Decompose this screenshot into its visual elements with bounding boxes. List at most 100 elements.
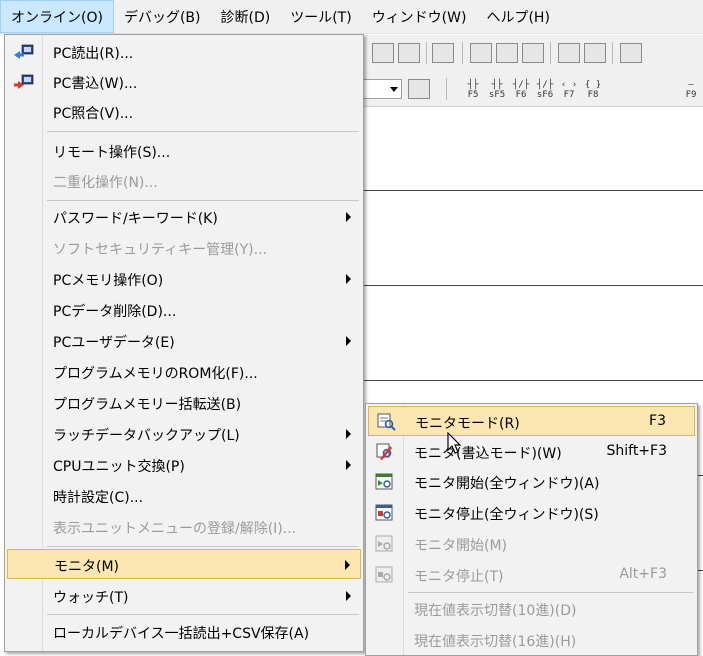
shortcut-label: F3 bbox=[649, 413, 666, 429]
menu-item-label: 二重化操作(N)... bbox=[53, 175, 158, 191]
fkey-f8[interactable]: { } F8 bbox=[582, 80, 604, 102]
mouse-cursor-icon bbox=[447, 432, 462, 454]
menu-separator bbox=[47, 546, 359, 547]
menu-diagnostics[interactable]: 診断(D) bbox=[210, 0, 280, 33]
menu-item-label: CPUユニット交換(P) bbox=[53, 459, 185, 475]
toolbar-ladder-icon[interactable] bbox=[372, 43, 394, 63]
monitor-write-mode-icon bbox=[376, 443, 392, 460]
ladder-rung-line bbox=[362, 190, 703, 191]
menu-separator bbox=[408, 592, 693, 593]
menu-item-label: パスワード/キーワード(K) bbox=[53, 211, 218, 227]
submenu-arrow-icon bbox=[345, 560, 350, 570]
submenu-arrow-icon bbox=[346, 274, 351, 284]
menu-item-label: 時計設定(C)... bbox=[53, 490, 144, 506]
shortcut-label: Shift+F3 bbox=[606, 443, 667, 459]
menu-item-label: 表示ユニットメニューの登録/解除(I)... bbox=[53, 521, 297, 537]
monitor-submenu: モニタモード(R) F3 モニタ(書込モード)(W) Shift+F3 モニタ開… bbox=[365, 403, 698, 656]
menu-item-soft-security-key: ソフトセキュリティキー管理(Y)... bbox=[7, 233, 361, 263]
pc-write-icon bbox=[14, 74, 34, 89]
toolbar-read-icon[interactable] bbox=[398, 43, 420, 63]
submenu-item-current-value-hex: 現在値表示切替(16進)(H) bbox=[368, 625, 695, 655]
menu-help[interactable]: ヘルプ(H) bbox=[476, 0, 559, 33]
monitor-stop-all-icon bbox=[375, 504, 393, 521]
submenu-arrow-icon bbox=[346, 429, 351, 439]
ladder-rung-line bbox=[362, 380, 703, 381]
shortcut-label: Alt+F3 bbox=[619, 566, 667, 582]
menu-item-pc-memory-operation[interactable]: PCメモリ操作(O) bbox=[7, 264, 361, 294]
pc-read-icon bbox=[14, 44, 34, 59]
submenu-item-monitor-start: モニタ開始(M) bbox=[368, 529, 695, 559]
menu-item-label: PC照合(V)... bbox=[53, 106, 134, 122]
submenu-item-monitor-stop-all[interactable]: モニタ停止(全ウィンドウ)(S) bbox=[368, 498, 695, 528]
toolbar-separator bbox=[612, 42, 613, 64]
menu-item-label: PC書込(W)... bbox=[53, 76, 138, 92]
menu-separator bbox=[47, 200, 359, 201]
submenu-item-monitor-write-mode[interactable]: モニタ(書込モード)(W) Shift+F3 bbox=[368, 437, 695, 467]
menu-item-pc-read[interactable]: PC読出(R)... bbox=[7, 37, 361, 67]
submenu-item-monitor-mode[interactable]: モニタモード(R) F3 bbox=[368, 406, 695, 436]
menu-item-clock-setting[interactable]: 時計設定(C)... bbox=[7, 481, 361, 511]
fkey-sf6[interactable]: ┤/├ sF6 bbox=[534, 80, 556, 102]
toolbar-write-icon[interactable] bbox=[584, 43, 606, 63]
toolbar-combo-box[interactable] bbox=[362, 79, 402, 99]
online-menu-dropdown: PC読出(R)... PC書込(W)... PC照合(V)... リモート操作(… bbox=[4, 34, 364, 652]
toolbar-function-icon[interactable] bbox=[522, 43, 544, 63]
menu-item-label: プログラムメモリー括転送(B) bbox=[53, 397, 242, 413]
submenu-arrow-icon bbox=[346, 212, 351, 222]
menu-item-remote-operation[interactable]: リモート操作(S)... bbox=[7, 136, 361, 166]
monitor-start-all-icon bbox=[375, 473, 393, 490]
menu-item-pc-write[interactable]: PC書込(W)... bbox=[7, 67, 361, 97]
menu-item-watch[interactable]: ウォッチ(T) bbox=[7, 581, 361, 611]
menu-online[interactable]: オンライン(O) bbox=[0, 0, 114, 33]
submenu-item-label: 現在値表示切替(16進)(H) bbox=[414, 634, 577, 650]
toolbar-row-2 bbox=[362, 71, 703, 107]
menubar: オンライン(O) デバッグ(B) 診断(D) ツール(T) ウィンドウ(W) ヘ… bbox=[0, 0, 703, 34]
menu-item-label: ウォッチ(T) bbox=[53, 590, 129, 606]
menu-item-label: PCユーザデータ(E) bbox=[53, 335, 175, 351]
menu-item-label: PC読出(R)... bbox=[53, 46, 134, 62]
toolbar-row-1 bbox=[362, 35, 703, 71]
menu-item-cpu-unit-replace[interactable]: CPUユニット交換(P) bbox=[7, 450, 361, 480]
menu-item-display-unit-menu: 表示ユニットメニューの登録/解除(I)... bbox=[7, 512, 361, 542]
menu-item-monitor[interactable]: モニタ(M) bbox=[7, 549, 361, 579]
menu-separator bbox=[47, 131, 359, 132]
submenu-item-label: モニタ開始(M) bbox=[414, 538, 508, 554]
toolbar-monitor-icon[interactable] bbox=[432, 43, 454, 63]
menu-item-latch-data-backup[interactable]: ラッチデータバックアップ(L) bbox=[7, 419, 361, 449]
fkey-f6[interactable]: ┤/├ F6 bbox=[510, 80, 532, 102]
ladder-rung-line bbox=[362, 285, 703, 286]
menu-item-label: ラッチデータバックアップ(L) bbox=[53, 428, 240, 444]
toolbar-page-icon[interactable] bbox=[408, 79, 430, 99]
menu-item-program-memory-rom[interactable]: プログラムメモリのROM化(F)... bbox=[7, 357, 361, 387]
menu-window[interactable]: ウィンドウ(W) bbox=[362, 0, 477, 33]
menu-item-label: ソフトセキュリティキー管理(Y)... bbox=[53, 242, 267, 258]
menu-item-label: PCデータ削除(D)... bbox=[53, 304, 177, 320]
menu-item-label: リモート操作(S)... bbox=[53, 145, 171, 161]
submenu-item-label: 現在値表示切替(10進)(D) bbox=[414, 603, 577, 619]
fkey-f7[interactable]: ‹ › F7 bbox=[558, 80, 580, 102]
toolbar-device-icon[interactable] bbox=[620, 43, 642, 63]
menu-debug[interactable]: デバッグ(B) bbox=[114, 0, 211, 33]
submenu-item-label: モニタ停止(全ウィンドウ)(S) bbox=[414, 507, 599, 523]
submenu-item-monitor-stop: モニタ停止(T) Alt+F3 bbox=[368, 560, 695, 590]
menu-item-label: PCメモリ操作(O) bbox=[53, 273, 164, 289]
menu-tools[interactable]: ツール(T) bbox=[280, 0, 361, 33]
menu-item-local-device-batch-read-csv[interactable]: ローカルデバイス一括読出+CSV保存(A) bbox=[7, 617, 361, 647]
menu-item-password-keyword[interactable]: パスワード/キーワード(K) bbox=[7, 202, 361, 232]
menu-item-pc-verify[interactable]: PC照合(V)... bbox=[7, 97, 361, 127]
submenu-item-current-value-decimal: 現在値表示切替(10進)(D) bbox=[368, 594, 695, 624]
fkey-f9[interactable]: — F9 bbox=[680, 80, 702, 102]
fkey-f5[interactable]: ┤├ F5 bbox=[462, 80, 484, 102]
toolbar-coil-icon[interactable] bbox=[496, 43, 518, 63]
submenu-item-monitor-start-all[interactable]: モニタ開始(全ウィンドウ)(A) bbox=[368, 467, 695, 497]
menu-item-program-memory-batch-transfer[interactable]: プログラムメモリー括転送(B) bbox=[7, 388, 361, 418]
toolbar-search-icon[interactable] bbox=[558, 43, 580, 63]
submenu-item-label: モニタ停止(T) bbox=[414, 569, 504, 585]
toolbar-contact-icon[interactable] bbox=[470, 43, 492, 63]
menu-item-pc-user-data[interactable]: PCユーザデータ(E) bbox=[7, 326, 361, 356]
menu-item-label: プログラムメモリのROM化(F)... bbox=[53, 366, 258, 382]
submenu-item-label: モニタモード(R) bbox=[415, 416, 520, 432]
menu-item-pc-data-delete[interactable]: PCデータ削除(D)... bbox=[7, 295, 361, 325]
fkey-sf5[interactable]: ┤├ sF5 bbox=[486, 80, 508, 102]
menu-separator bbox=[47, 614, 359, 615]
